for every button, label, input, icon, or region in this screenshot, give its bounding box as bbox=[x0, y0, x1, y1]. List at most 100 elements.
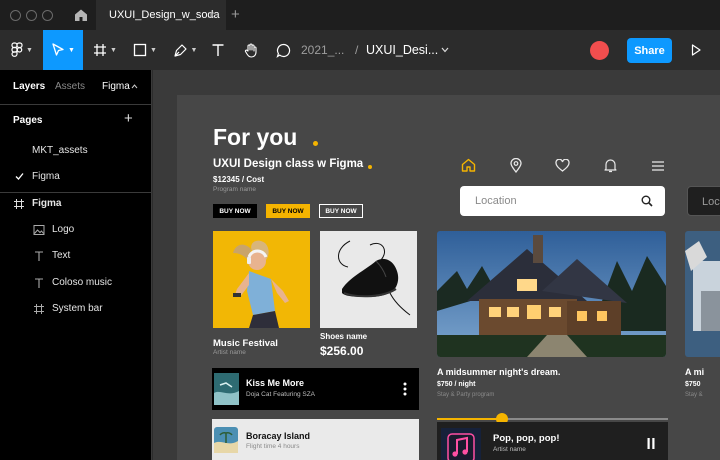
buy-now-button-outline[interactable]: BUY NOW bbox=[319, 204, 363, 218]
accent-dot bbox=[313, 141, 318, 146]
breadcrumb-file[interactable]: UXUI_Desi... bbox=[366, 43, 438, 57]
listing-subtitle: Stay & bbox=[685, 392, 703, 398]
layer-item-text[interactable]: Text bbox=[0, 246, 152, 266]
chevron-up-icon[interactable] bbox=[131, 84, 138, 89]
location-pin-icon[interactable] bbox=[510, 158, 522, 173]
toolbar: ▼ ▼ ▼ ▼ ▼ 2021_... / UXUI_Desi... bbox=[0, 30, 720, 70]
present-play-icon[interactable] bbox=[691, 44, 701, 56]
page-item-figma[interactable]: Figma bbox=[0, 167, 152, 187]
document-tab-label: UXUI_Design_w_soda bbox=[109, 9, 220, 21]
panel-divider bbox=[0, 192, 152, 193]
share-button[interactable]: Share bbox=[627, 38, 672, 63]
cursor-icon bbox=[52, 43, 64, 56]
location-search-input[interactable]: Location bbox=[460, 186, 665, 216]
track-title: Kiss Me More bbox=[246, 378, 305, 388]
island-thumbnail bbox=[214, 427, 238, 453]
workspace-image bbox=[685, 231, 720, 357]
flight-title: Boracay Island bbox=[246, 431, 311, 441]
location-search-input-dark[interactable]: Loc bbox=[687, 186, 720, 216]
layer-item-system-bar[interactable]: System bar bbox=[0, 299, 152, 319]
playback-progress-bar[interactable] bbox=[437, 413, 668, 425]
listing-title: A mi bbox=[685, 367, 705, 377]
close-tab-icon[interactable]: × bbox=[208, 8, 215, 22]
home-icon[interactable] bbox=[74, 8, 88, 22]
minimize-window-button[interactable] bbox=[26, 10, 37, 21]
comment-tool-button[interactable] bbox=[272, 30, 294, 70]
chevron-down-icon[interactable] bbox=[441, 47, 449, 53]
check-icon bbox=[15, 173, 24, 180]
tab-assets[interactable]: Assets bbox=[55, 81, 85, 92]
pen-icon bbox=[173, 43, 187, 57]
hash-frame-icon bbox=[94, 44, 107, 56]
user-avatar[interactable] bbox=[590, 41, 609, 60]
move-tool-button[interactable]: ▼ bbox=[43, 30, 83, 70]
buy-now-button-gold[interactable]: BUY NOW bbox=[266, 204, 310, 218]
text-icon bbox=[212, 44, 224, 56]
heading-for-you: For you bbox=[213, 124, 298, 150]
search-icon[interactable] bbox=[641, 195, 653, 207]
playback-progress-fill bbox=[437, 418, 502, 420]
layer-label: System bar bbox=[52, 303, 103, 314]
chevron-down-icon: ▼ bbox=[150, 46, 157, 54]
bell-icon[interactable] bbox=[604, 158, 617, 173]
layer-label: Logo bbox=[52, 224, 75, 235]
now-playing-bar[interactable]: Pop, pop, pop! Artist name bbox=[437, 422, 668, 460]
buy-now-button-dark[interactable]: BUY NOW bbox=[213, 204, 257, 218]
track-row[interactable]: Kiss Me More Doja Cat Featuring SZA bbox=[212, 368, 419, 410]
search-placeholder: Location bbox=[475, 195, 517, 207]
new-tab-button[interactable]: + bbox=[231, 6, 240, 23]
hand-tool-button[interactable] bbox=[240, 30, 262, 70]
breadcrumb-project[interactable]: 2021_... bbox=[301, 43, 344, 57]
maximize-window-button[interactable] bbox=[42, 10, 53, 21]
frame-tool-button[interactable]: ▼ bbox=[88, 30, 122, 70]
listing-title: A midsummer night's dream. bbox=[437, 367, 561, 377]
chevron-down-icon: ▼ bbox=[68, 46, 75, 54]
product-price: $256.00 bbox=[320, 344, 364, 358]
pen-tool-button[interactable]: ▼ bbox=[168, 30, 202, 70]
comment-icon bbox=[275, 43, 290, 58]
text-icon bbox=[35, 278, 43, 288]
heart-icon[interactable] bbox=[555, 159, 570, 172]
shoes-image bbox=[320, 231, 417, 328]
menu-icon[interactable] bbox=[652, 161, 664, 171]
chevron-down-icon: ▼ bbox=[190, 46, 198, 54]
class-title: UXUI Design class w Figma bbox=[213, 158, 364, 170]
layer-label: Coloso music bbox=[52, 277, 113, 288]
more-vertical-icon[interactable] bbox=[403, 382, 407, 396]
design-canvas[interactable]: For you UXUI Design class w Figma $12345… bbox=[153, 70, 720, 460]
rectangle-icon bbox=[133, 43, 147, 57]
card-subtitle: Artist name bbox=[213, 349, 246, 356]
main-menu-button[interactable]: ▼ bbox=[5, 30, 39, 70]
hand-icon bbox=[244, 42, 257, 58]
music-festival-image bbox=[213, 231, 310, 328]
album-art bbox=[441, 428, 481, 460]
text-tool-button[interactable] bbox=[207, 30, 229, 70]
add-page-button[interactable]: + bbox=[124, 110, 133, 127]
breadcrumb-separator: / bbox=[355, 43, 359, 57]
tab-figma-page[interactable]: Figma bbox=[102, 81, 130, 92]
layer-frame-figma[interactable]: Figma bbox=[0, 194, 152, 214]
document-tab[interactable]: UXUI_Design_w_soda × bbox=[96, 0, 226, 30]
page-item-label: Figma bbox=[32, 171, 60, 182]
flight-row[interactable]: Boracay Island Flight time 4 hours bbox=[212, 419, 419, 460]
search-placeholder: Loc bbox=[702, 196, 720, 208]
design-frame[interactable]: For you UXUI Design class w Figma $12345… bbox=[177, 95, 720, 460]
layer-item-logo[interactable]: Logo bbox=[0, 220, 152, 240]
tab-layers[interactable]: Layers bbox=[13, 81, 45, 92]
title-bar: UXUI_Design_w_soda × + bbox=[0, 0, 720, 30]
chevron-down-icon: ▼ bbox=[26, 46, 33, 54]
home-icon[interactable] bbox=[461, 158, 476, 172]
figma-logo-icon bbox=[11, 42, 23, 57]
page-item-label: MKT_assets bbox=[32, 145, 88, 156]
listing-price: $750 / night bbox=[437, 381, 476, 388]
text-icon bbox=[35, 251, 43, 261]
accent-dot bbox=[368, 165, 372, 169]
close-window-button[interactable] bbox=[10, 10, 21, 21]
pages-heading: Pages bbox=[13, 115, 43, 126]
shape-tool-button[interactable]: ▼ bbox=[128, 30, 162, 70]
frame-icon bbox=[34, 304, 44, 314]
album-art bbox=[214, 373, 239, 405]
pause-icon[interactable] bbox=[647, 438, 655, 449]
page-item-mkt-assets[interactable]: MKT_assets bbox=[0, 141, 152, 161]
layer-item-coloso-music[interactable]: Coloso music bbox=[0, 273, 152, 293]
